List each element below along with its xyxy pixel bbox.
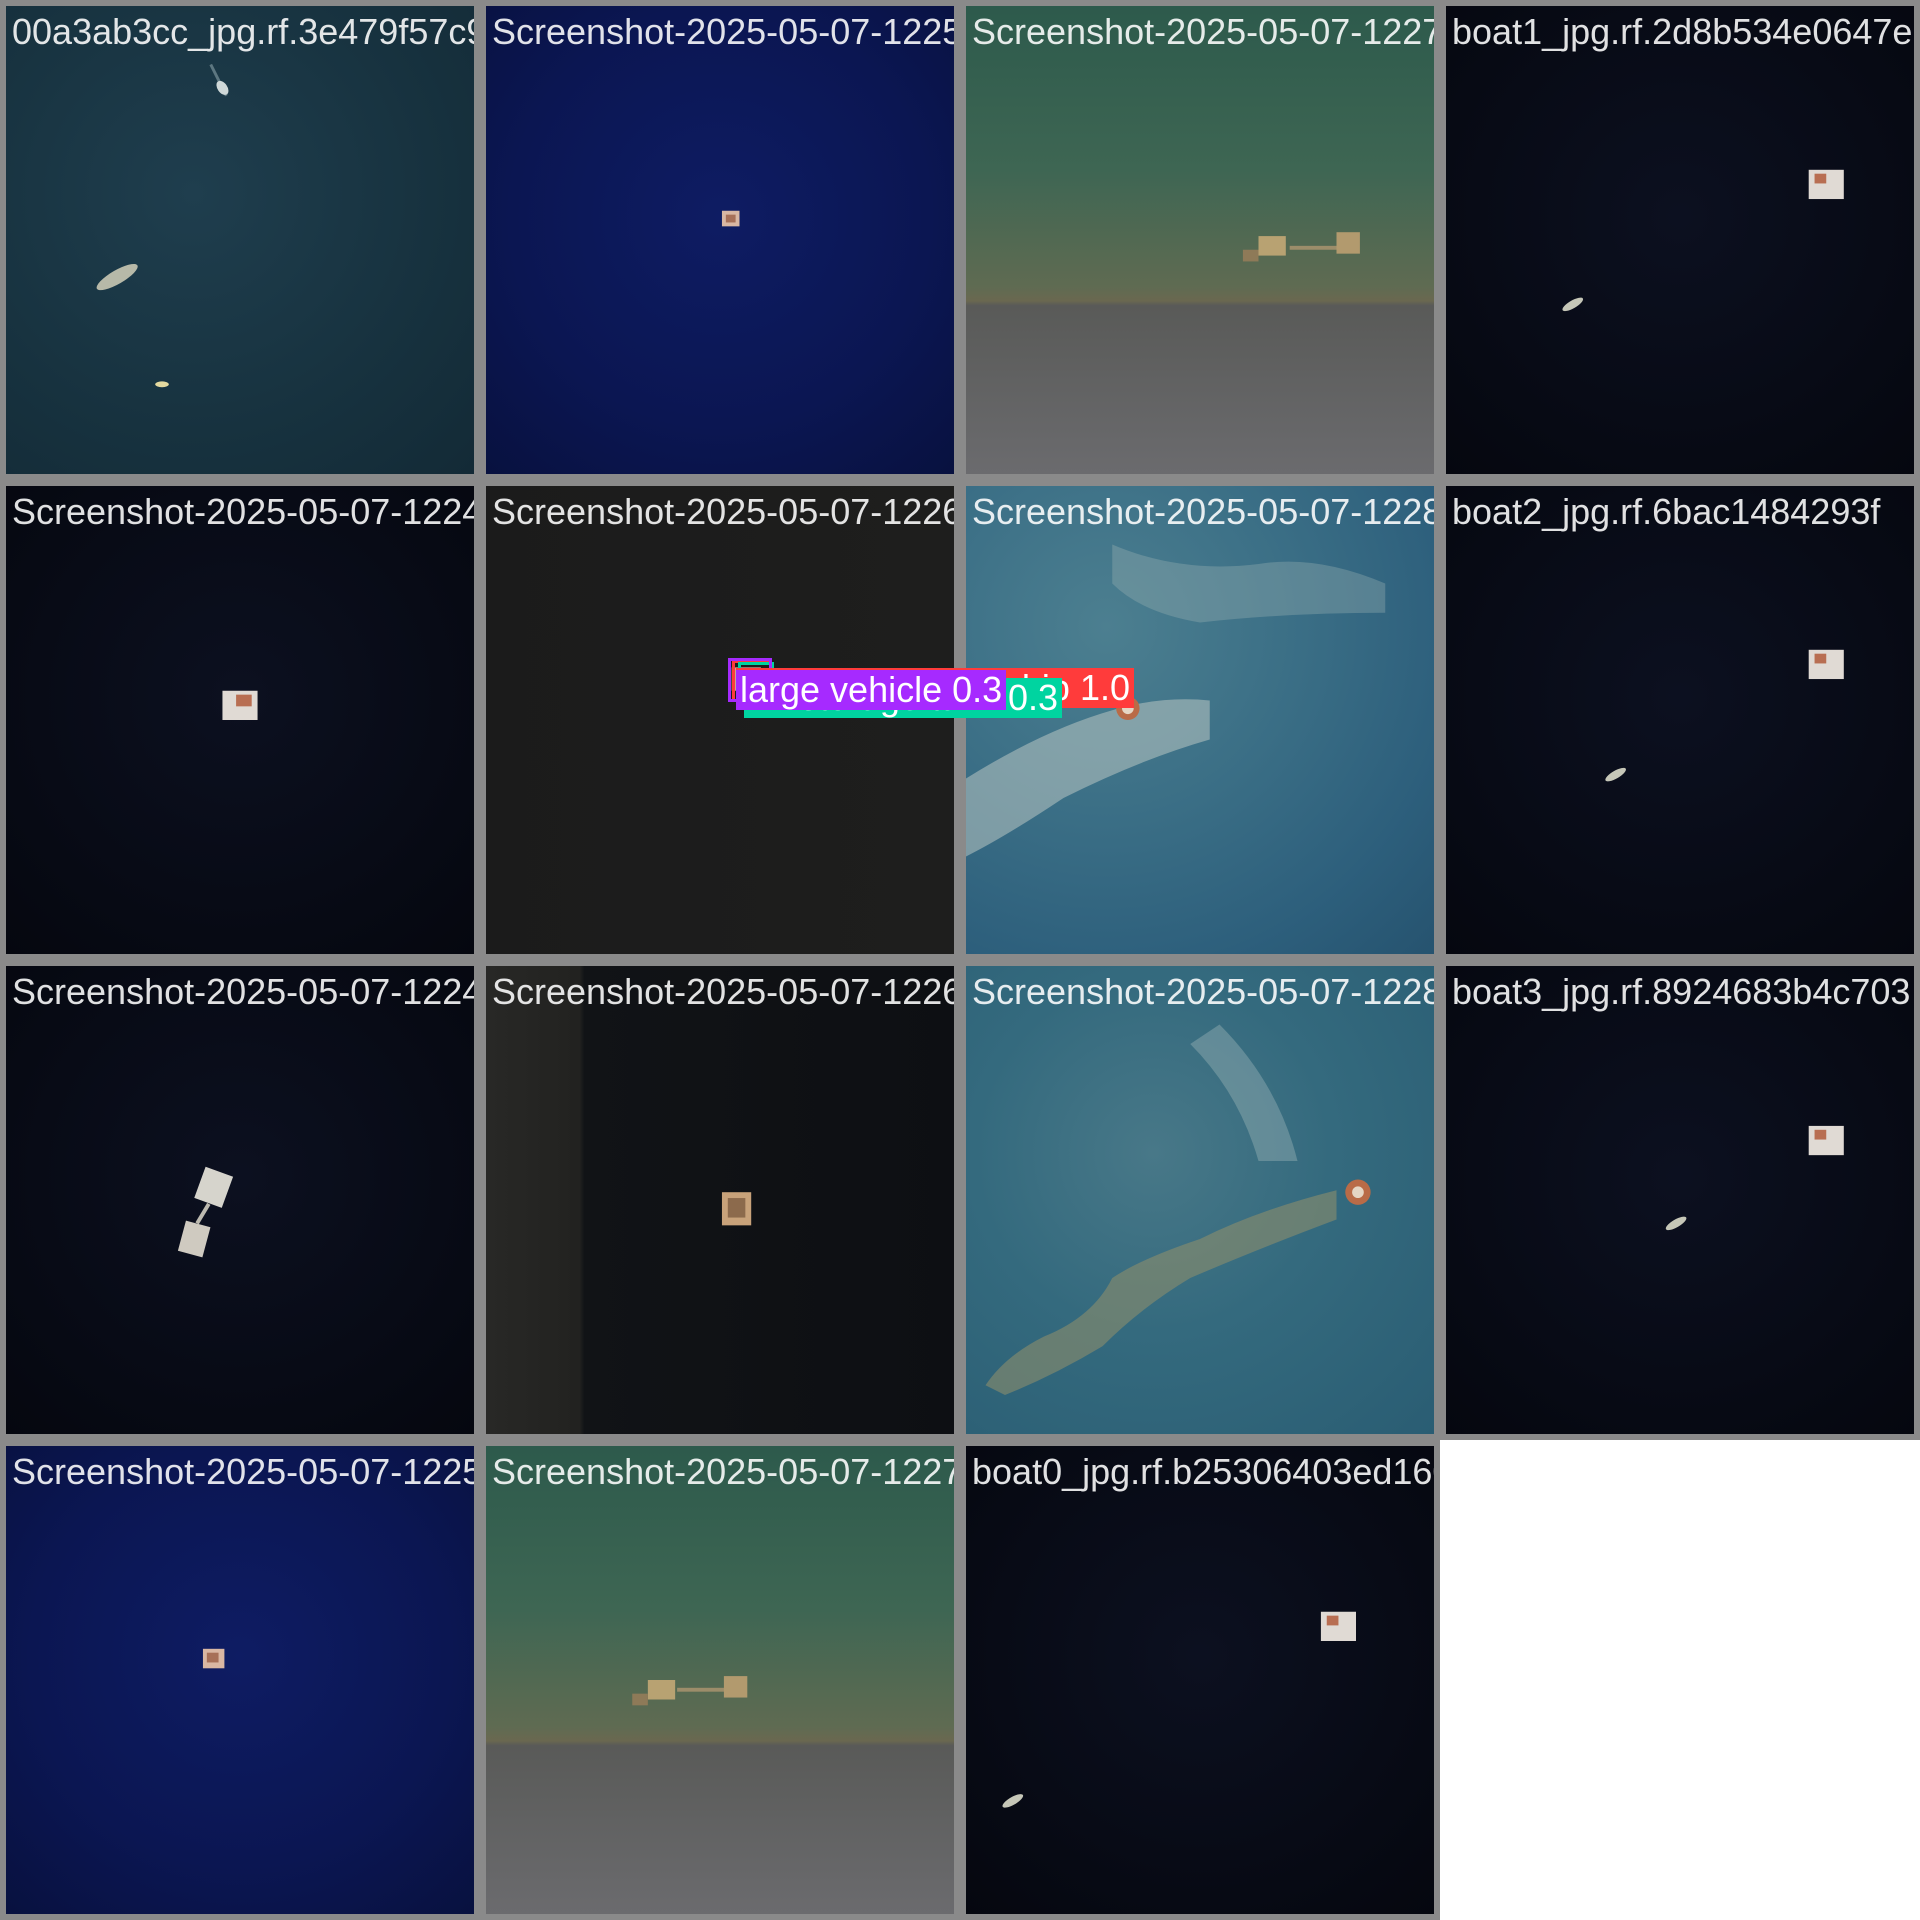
tile-1: 00a3ab3cc_jpg.rf.3e479f57c9059773882005 — [0, 0, 480, 480]
tile-5-objects — [222, 690, 258, 720]
tile-12-objects — [1665, 1125, 1844, 1231]
tile-7-objects — [966, 544, 1386, 857]
tile-12: boat3_jpg.rf.8924683b4c703 — [1440, 960, 1920, 1440]
tile-13-objects — [202, 1648, 225, 1669]
tile-2: Screenshot-2025-05-07-122526_png.rf.d — [480, 0, 960, 480]
tile-3-objects — [1242, 232, 1360, 262]
tile-10-objects — [721, 1192, 752, 1226]
image-mosaic: 00a3ab3cc_jpg.rf.3e479f57c9059773882005 … — [0, 0, 1920, 1920]
tile-5: Screenshot-2025-05-07-122407_png.rf.9482 — [0, 480, 480, 960]
tile-10: Screenshot-2025-05-07-122620_png.rf.5b05 — [480, 960, 960, 1440]
tile-8: boat2_jpg.rf.6bac1484293f — [1440, 480, 1920, 960]
tile-6: Screenshot-2025-05-07-122610_png.rf.e25 — [480, 480, 960, 960]
tile-13: Screenshot-2025-05-07-122517_png.rf.0265 — [0, 1440, 480, 1920]
tile-11-objects — [985, 1024, 1371, 1395]
tile-8-objects — [1605, 649, 1844, 782]
tile-6-objects — [731, 667, 761, 691]
tile-15-objects — [1002, 1611, 1356, 1808]
tile-11: Screenshot-2025-05-07-122835_png.rf.e0e — [960, 960, 1440, 1440]
detection-label-large-vehicle: large vehicle 0.3 — [736, 670, 1007, 710]
tile-2-objects — [721, 210, 740, 227]
tile-4: boat1_jpg.rf.2d8b534e0647e — [1440, 0, 1920, 480]
tile-3: Screenshot-2025-05-07-122755_png.rf.2 — [960, 0, 1440, 480]
tile-15: boat0_jpg.rf.b25306403ed1604cc9ec03d161e — [960, 1440, 1440, 1920]
tile-14: Screenshot-2025-05-07-122755_png.rf.2 — [480, 1440, 960, 1920]
tile-7: Screenshot-2025-05-07-122835_png.rf.6 — [960, 480, 1440, 960]
tile-9: Screenshot-2025-05-07-122439_png.rf.1802 — [0, 960, 480, 1440]
tile-1-objects — [96, 63, 229, 388]
tile-9-objects — [177, 1166, 234, 1258]
tile-4-objects — [1562, 169, 1844, 312]
tile-14-objects — [632, 1676, 748, 1706]
